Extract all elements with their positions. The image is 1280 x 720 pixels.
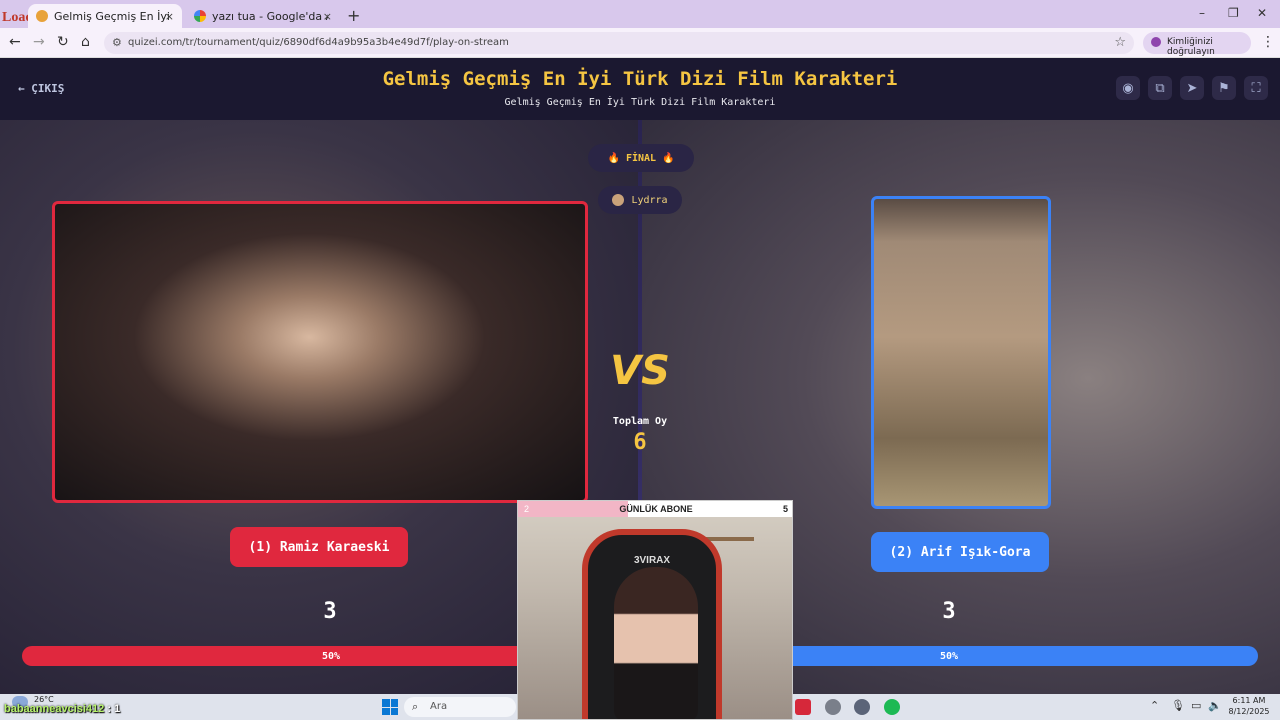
verify-label: Kimliğinizi doğrulayın	[1167, 37, 1215, 57]
browser-tabstrip: Loading... Gelmiş Geçmiş En İyi Türk Diz…	[0, 0, 1280, 28]
search-icon: ⌕	[412, 700, 419, 713]
webcam-overlay: 3VIRAX 2 GÜNLÜK ABONE 5	[517, 500, 793, 720]
clock-date: 8/12/2025	[1228, 707, 1270, 716]
microphone-icon[interactable]: 🎙	[1171, 699, 1185, 712]
chair-brand-logo: 3VIRAX	[633, 555, 671, 566]
settings-icon[interactable]	[854, 699, 870, 715]
send-icon[interactable]: ➤	[1180, 76, 1204, 100]
host-badge: Lydrra	[598, 186, 682, 214]
address-bar[interactable]: ⚙ quizei.com/tr/tournament/quiz/6890df6d…	[104, 32, 1134, 54]
streamer	[614, 567, 698, 719]
network-icon[interactable]: ▭	[1191, 699, 1201, 712]
browser-menu-icon[interactable]: ⋮	[1261, 34, 1275, 50]
vs-icon: VS	[610, 348, 670, 394]
contestant-1-votes: 3	[323, 599, 337, 624]
google-favicon-icon	[194, 10, 206, 22]
bookmark-star-icon[interactable]: ☆	[1114, 35, 1126, 50]
chat-text: : 1	[107, 703, 121, 715]
site-info-icon[interactable]: ⚙	[112, 36, 122, 49]
vote-contestant-1-button[interactable]: (1) Ramiz Karaeski	[230, 527, 408, 567]
profile-icon	[1151, 37, 1161, 47]
browser-toolbar: ← → ↻ ⌂ ⚙ quizei.com/tr/tournament/quiz/…	[0, 28, 1280, 58]
app-icon[interactable]	[825, 699, 841, 715]
subscriber-goal-target: 5	[782, 504, 788, 514]
tab-label: Gelmiş Geçmiş En İyi Türk Dizi F	[54, 9, 170, 23]
home-button[interactable]: ⌂	[81, 34, 90, 50]
taskbar-clock[interactable]: 6:11 AM 8/12/2025	[1224, 695, 1274, 717]
tab-close-icon[interactable]: ×	[165, 10, 174, 23]
subscriber-goal-title: GÜNLÜK ABONE	[619, 504, 693, 514]
subscriber-goal-bar: 2 GÜNLÜK ABONE 5	[518, 501, 792, 517]
contestant-2-votes: 3	[942, 599, 956, 624]
new-tab-button[interactable]: +	[347, 6, 360, 25]
spotify-icon[interactable]	[884, 699, 900, 715]
app-icon[interactable]	[795, 699, 811, 715]
clock-time: 6:11 AM	[1232, 696, 1266, 705]
url-text: quizei.com/tr/tournament/quiz/6890df6d4a…	[128, 37, 509, 48]
close-window-button[interactable]: ✕	[1257, 6, 1267, 20]
tab-google-search[interactable]: yazı tua - Google'da Ara ×	[186, 4, 340, 28]
contestant-2-image[interactable]	[871, 196, 1051, 509]
tray-chevron-icon[interactable]: ⌃	[1150, 699, 1159, 712]
reload-button[interactable]: ↻	[57, 34, 69, 50]
search-placeholder: Ara	[430, 701, 448, 712]
tab-close-icon[interactable]: ×	[323, 10, 332, 23]
volume-icon[interactable]: 🔈	[1208, 699, 1222, 712]
back-button[interactable]: ←	[9, 34, 21, 50]
fullscreen-icon[interactable]: ⛶	[1244, 76, 1268, 100]
restore-button[interactable]: ❐	[1228, 6, 1239, 20]
eye-icon[interactable]: ◉	[1116, 76, 1140, 100]
verify-identity-button[interactable]: Kimliğinizi doğrulayın	[1143, 32, 1251, 57]
round-badge: 🔥 FİNAL 🔥	[588, 144, 694, 172]
tab-label: yazı tua - Google'da Ara	[212, 9, 328, 23]
flag-icon[interactable]: ⚑	[1212, 76, 1236, 100]
windows-start-icon[interactable]	[382, 699, 398, 715]
page-subtitle: Gelmiş Geçmiş En İyi Türk Dizi Film Kara…	[504, 97, 776, 108]
taskbar-search-input[interactable]: ⌕ Ara	[404, 697, 516, 717]
host-name: Lydrra	[631, 194, 668, 206]
avatar	[612, 194, 625, 206]
page-header: ← ÇIKIŞ Gelmiş Geçmiş En İyi Türk Dizi F…	[0, 58, 1280, 120]
total-votes-value: 6	[633, 430, 647, 455]
quizei-favicon-icon	[36, 10, 48, 22]
minimize-button[interactable]: –	[1199, 6, 1205, 20]
forward-button[interactable]: →	[33, 34, 45, 50]
chat-username: babaanneavcisi412	[4, 703, 105, 715]
copy-icon[interactable]: ⧉	[1148, 76, 1172, 100]
tab-quizei[interactable]: Gelmiş Geçmiş En İyi Türk Dizi F ×	[28, 4, 182, 28]
page-title: Gelmiş Geçmiş En İyi Türk Dizi Film Kara…	[382, 68, 898, 90]
total-votes-label: Toplam Oy	[612, 416, 668, 427]
contestant-1-image[interactable]	[52, 201, 588, 503]
stream-chat-message: babaanneavcisi412 : 1	[4, 703, 120, 715]
vote-contestant-2-button[interactable]: (2) Arif Işık-Gora	[871, 532, 1049, 572]
